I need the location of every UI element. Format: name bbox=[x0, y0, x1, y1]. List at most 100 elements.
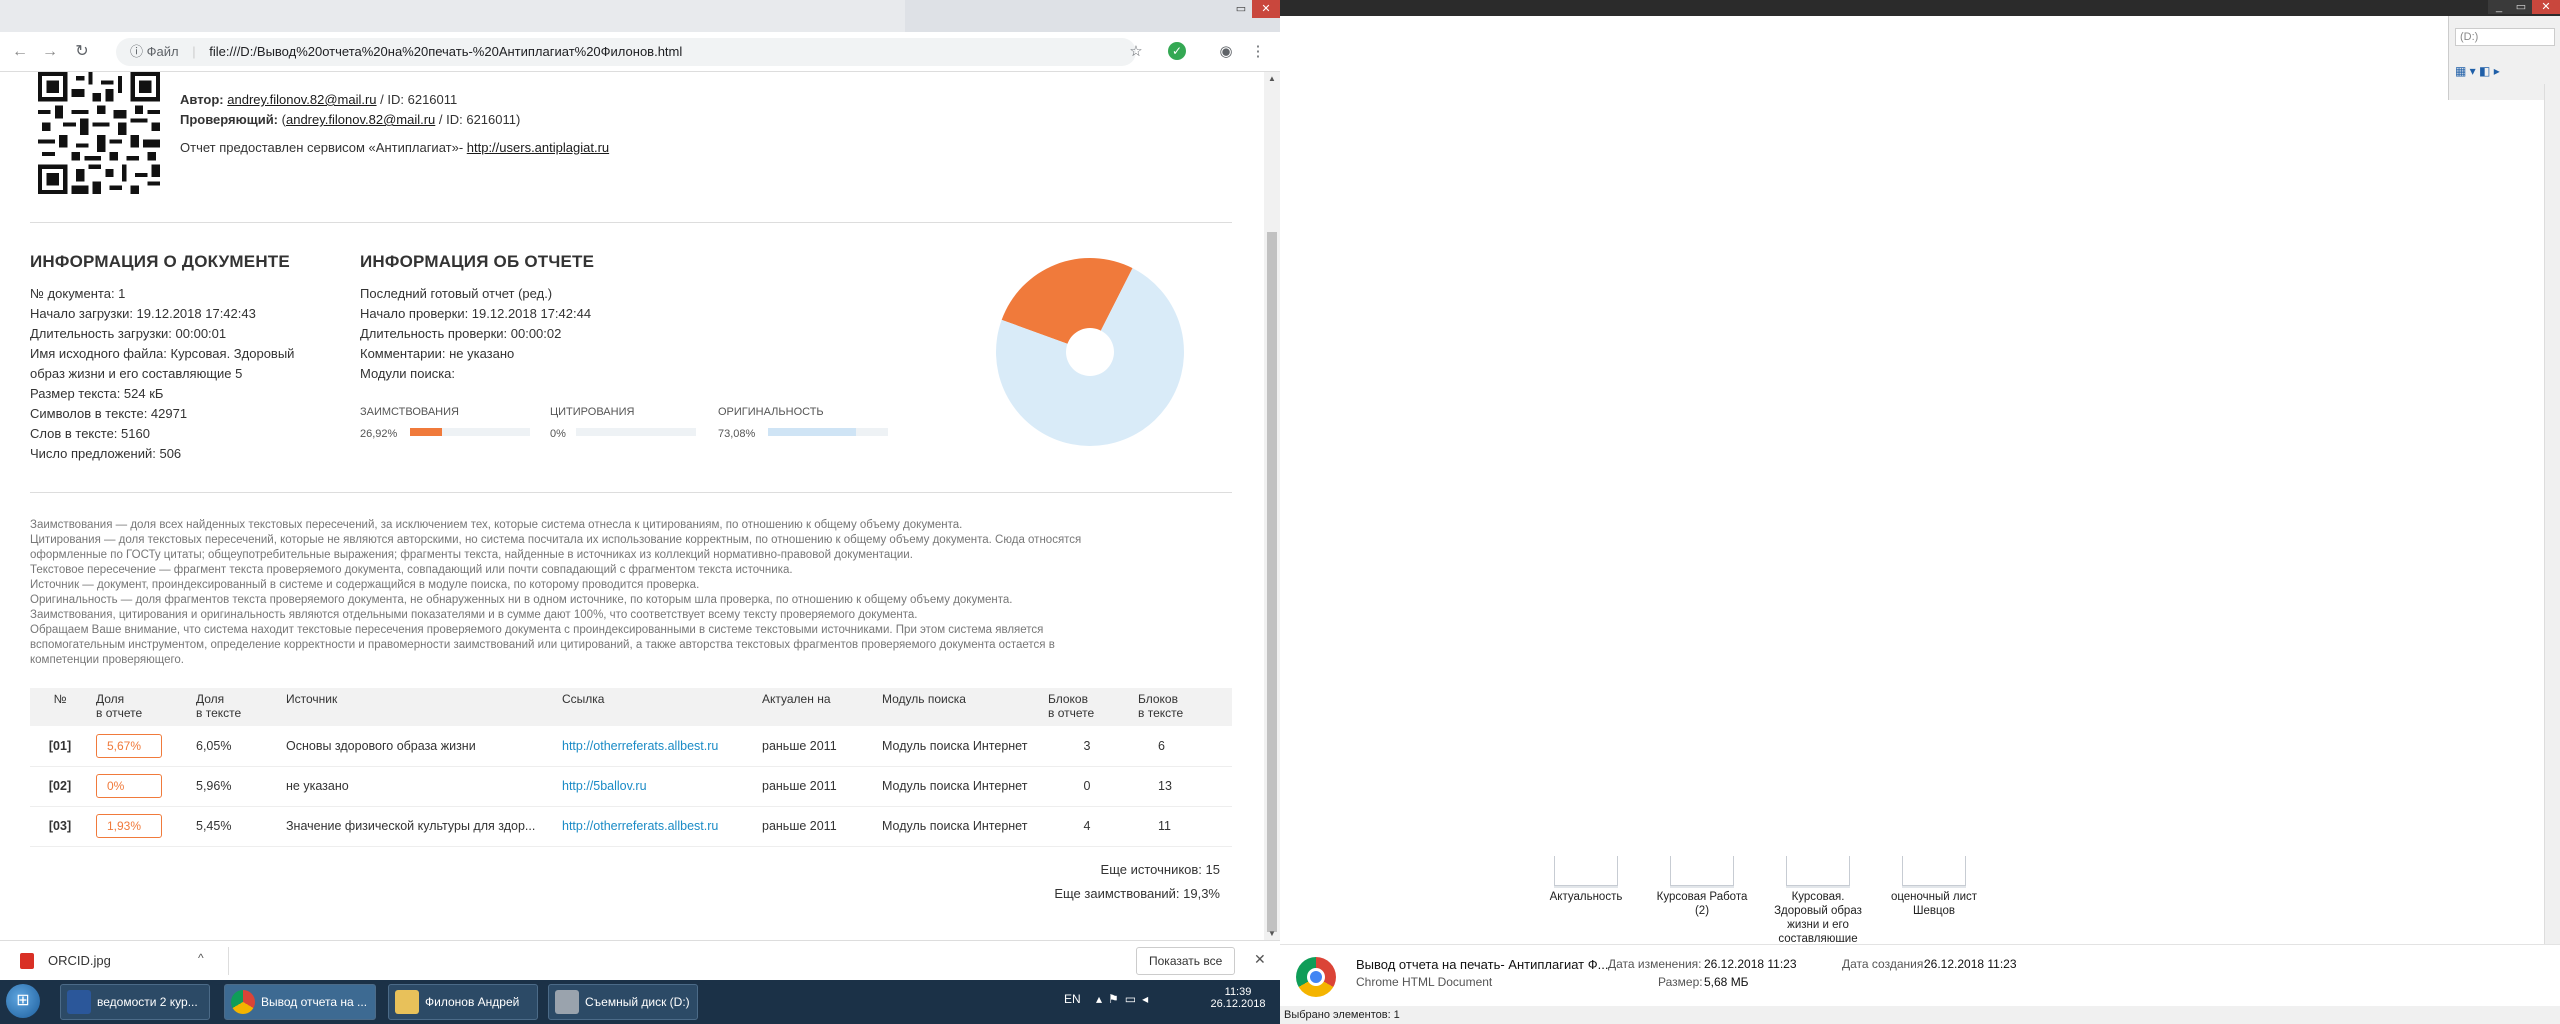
report-share-box[interactable]: 5,67% bbox=[96, 733, 162, 758]
show-all-button[interactable]: Показать все bbox=[1136, 947, 1236, 975]
service-link[interactable]: http://users.antiplagiat.ru bbox=[467, 140, 609, 155]
info-icon[interactable]: ⓘ bbox=[130, 44, 147, 59]
text-share-cell: 5,45% bbox=[190, 806, 280, 847]
blocks-text-cell: 13 bbox=[1132, 766, 1232, 807]
reload-icon[interactable]: ↻ bbox=[72, 42, 92, 62]
download-bar: ORCID.jpg ^ Показать все ✕ bbox=[0, 940, 1280, 980]
author-line: Автор: andrey.filonov.82@mail.ru / ID: 6… bbox=[180, 92, 457, 107]
report-share-cell: 5,67% bbox=[90, 726, 190, 767]
file-label: Актуальность bbox=[1549, 891, 1623, 903]
report-info-line: Комментарии: не указано bbox=[360, 346, 515, 361]
col-header: Блоков в тексте bbox=[1132, 688, 1232, 726]
divider bbox=[30, 222, 1232, 223]
url-scheme-label: Файл bbox=[146, 44, 179, 59]
chevron-up-icon[interactable]: ^ bbox=[198, 951, 204, 965]
definition-line: оформленные по ГОСТу цитаты; общеупотреб… bbox=[30, 549, 913, 561]
row-number: [03] bbox=[30, 806, 90, 847]
file-label: Курсовая Работа (2) bbox=[1656, 891, 1748, 917]
originality-pie-chart bbox=[996, 258, 1184, 446]
definitions-text: Заимствования — доля всех найденных текс… bbox=[30, 518, 1230, 668]
doc-info-line: Размер текста: 524 кБ bbox=[30, 386, 164, 401]
metric-bar bbox=[768, 428, 888, 436]
file-item[interactable]: Курсовая Работа (2) bbox=[1654, 856, 1750, 918]
doc-info-line: Символов в тексте: 42971 bbox=[30, 406, 188, 421]
file-icon bbox=[1902, 856, 1966, 886]
service-line: Отчет предоставлен сервисом «Антиплагиат… bbox=[180, 140, 609, 155]
close-icon[interactable]: ✕ bbox=[2532, 0, 2560, 14]
blocks-report-cell: 0 bbox=[1042, 766, 1132, 807]
table-row[interactable]: [03] 1,93% 5,45% Значение физической кул… bbox=[30, 806, 1232, 847]
tab-strip: ▭ ✕ bbox=[0, 0, 1280, 32]
language-indicator[interactable]: EN bbox=[1064, 992, 1081, 1006]
actual-cell: раньше 2011 bbox=[756, 806, 876, 847]
task-label: Филонов Андрей bbox=[425, 995, 520, 1009]
scroll-down-icon[interactable]: ▼ bbox=[1266, 929, 1278, 938]
taskbar-item-chrome[interactable]: Вывод отчета на ... bbox=[224, 984, 376, 1020]
sources-table: № Доля в отчете Доля в тексте Источник С… bbox=[30, 688, 1232, 847]
author-label: Автор: bbox=[180, 92, 224, 107]
doc-info-line: № документа: 1 bbox=[30, 286, 126, 301]
word-icon bbox=[67, 990, 91, 1014]
view-icon[interactable]: ▦ ▾ ◧ ▸ bbox=[2455, 64, 2500, 78]
source-link[interactable]: http://5ballov.ru bbox=[556, 766, 756, 807]
source-link[interactable]: http://otherreferats.allbest.ru bbox=[556, 726, 756, 767]
extension-check-icon[interactable]: ✓ bbox=[1168, 42, 1186, 60]
source-cell: не указано bbox=[280, 766, 556, 807]
metric-label: ЦИТИРОВАНИЯ bbox=[550, 406, 635, 418]
url-separator: | bbox=[192, 44, 196, 59]
close-icon[interactable]: ✕ bbox=[1252, 0, 1280, 18]
taskbar-item-drive[interactable]: Съемный диск (D:) bbox=[548, 984, 698, 1020]
menu-icon[interactable]: ⋮ bbox=[1248, 42, 1268, 62]
source-link[interactable]: http://otherreferats.allbest.ru bbox=[556, 806, 756, 847]
report-share-box[interactable]: 1,93% bbox=[96, 814, 162, 838]
forward-icon[interactable]: → bbox=[40, 42, 60, 62]
url-text[interactable]: file:///D:/Вывод%20отчета%20на%20печать-… bbox=[209, 44, 682, 59]
checker-email-link[interactable]: andrey.filonov.82@mail.ru bbox=[286, 112, 435, 127]
taskbar-item-folder[interactable]: Филонов Андрей bbox=[388, 984, 538, 1020]
col-header: Источник bbox=[280, 688, 556, 726]
col-header: Модуль поиска bbox=[876, 688, 1042, 726]
drive-icon bbox=[555, 990, 579, 1014]
file-item[interactable]: оценочный лист Шевцов bbox=[1886, 856, 1982, 918]
definition-line: Текстовое пересечение — фрагмент текста … bbox=[30, 564, 793, 576]
report-info-line: Начало проверки: 19.12.2018 17:42:44 bbox=[360, 306, 592, 321]
explorer-scrollbar[interactable] bbox=[2544, 84, 2560, 944]
tray-icons[interactable]: ▴⚑▭◂ bbox=[1096, 992, 1154, 1006]
url-field[interactable]: ⓘ Файл | file:///D:/Вывод%20отчета%20на%… bbox=[116, 38, 1136, 66]
minimize-icon[interactable]: ▭ bbox=[1230, 0, 1252, 18]
clock-date: 26.12.2018 bbox=[1210, 998, 1266, 1010]
page-scrollbar[interactable]: ▲ ▼ bbox=[1264, 72, 1280, 940]
file-item[interactable]: Курсовая. Здоровый образ жизни и его сос… bbox=[1770, 856, 1866, 942]
start-button[interactable]: ⊞ bbox=[6, 984, 40, 1018]
metric-value: 0% bbox=[550, 428, 566, 440]
author-email-link[interactable]: andrey.filonov.82@mail.ru bbox=[227, 92, 376, 107]
file-item[interactable]: Актуальность bbox=[1538, 856, 1634, 904]
minimize-icon[interactable]: _ bbox=[2488, 0, 2510, 14]
module-cell: Модуль поиска Интернет bbox=[876, 766, 1042, 807]
table-row[interactable]: [02] 0% 5,96% не указано http://5ballov.… bbox=[30, 766, 1232, 807]
doc-info-line: Имя исходного файла: Курсовая. Здоровый bbox=[30, 346, 295, 361]
scroll-thumb[interactable] bbox=[1267, 232, 1277, 932]
maximize-icon[interactable]: ▭ bbox=[2510, 0, 2532, 14]
tab-area[interactable] bbox=[0, 0, 905, 32]
download-filename[interactable]: ORCID.jpg bbox=[48, 953, 111, 968]
search-field[interactable]: (D:) bbox=[2455, 28, 2555, 46]
back-icon[interactable]: ← bbox=[10, 42, 30, 62]
account-icon[interactable]: ◉ bbox=[1216, 42, 1236, 62]
scroll-up-icon[interactable]: ▲ bbox=[1266, 74, 1278, 83]
divider bbox=[228, 947, 229, 975]
modified-label: Дата изменения: bbox=[1608, 957, 1702, 971]
definition-line: Оригинальность — доля фрагментов текста … bbox=[30, 594, 1013, 606]
module-cell: Модуль поиска Интернет bbox=[876, 806, 1042, 847]
metric-value: 26,92% bbox=[360, 428, 398, 440]
file-icon bbox=[1670, 856, 1734, 886]
close-icon[interactable]: ✕ bbox=[1254, 951, 1266, 968]
pie-center-hole bbox=[1066, 328, 1114, 376]
metric-value: 73,08% bbox=[718, 428, 756, 440]
bookmark-star-icon[interactable]: ☆ bbox=[1126, 42, 1146, 62]
file-icon bbox=[1554, 856, 1618, 886]
report-share-box[interactable]: 0% bbox=[96, 774, 162, 798]
table-row[interactable]: [01] 5,67% 6,05% Основы здорового образа… bbox=[30, 726, 1232, 767]
clock[interactable]: 11:39 26.12.2018 bbox=[1210, 986, 1266, 1010]
taskbar-item-word[interactable]: ведомости 2 кур... bbox=[60, 984, 210, 1020]
